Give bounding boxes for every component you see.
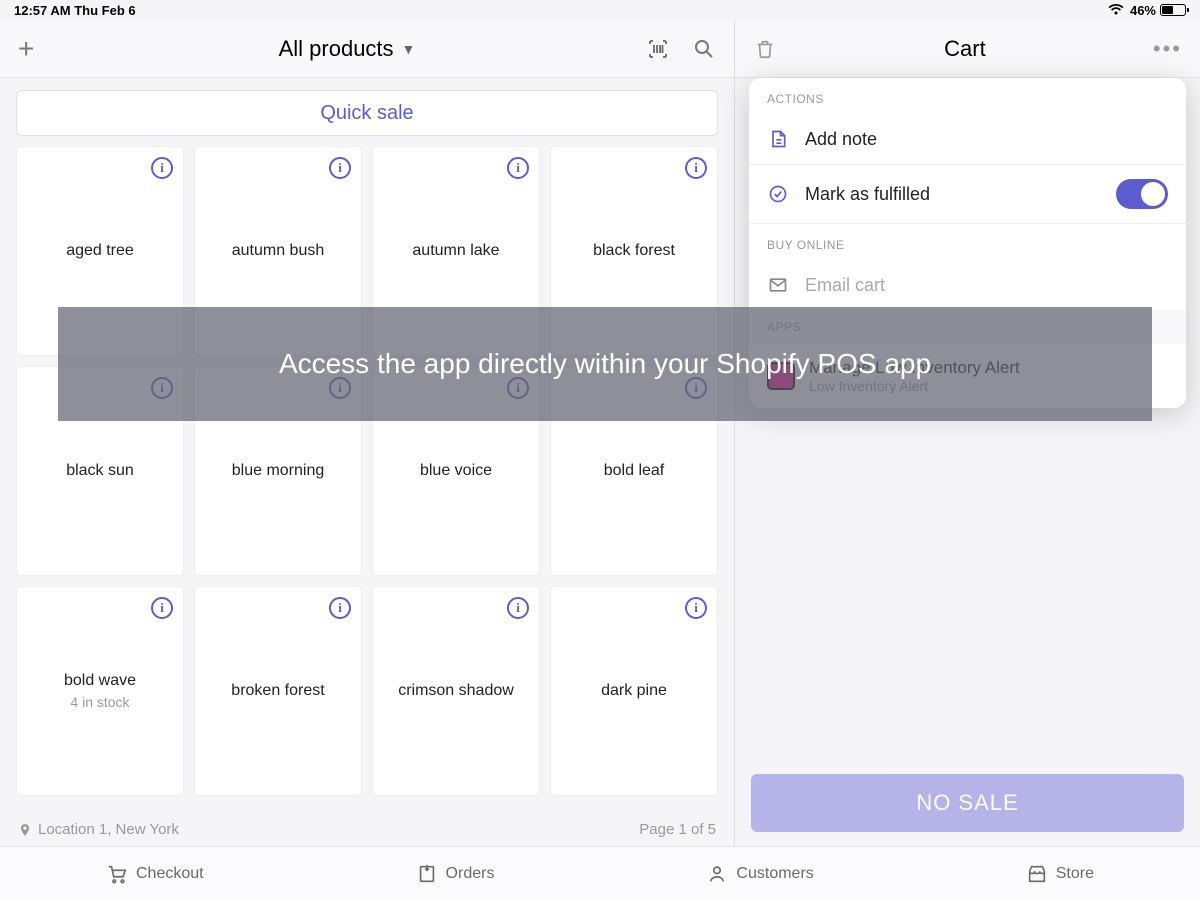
- nav-store-label: Store: [1056, 865, 1094, 883]
- category-title: All products: [279, 36, 394, 62]
- person-icon: [706, 863, 728, 885]
- promo-banner-text: Access the app directly within your Shop…: [279, 348, 931, 380]
- no-sale-label: NO SALE: [916, 790, 1018, 816]
- add-note-label: Add note: [805, 129, 877, 150]
- products-panel: + All products ▼ Quick sale i aged tree i…: [0, 20, 735, 846]
- nav-orders-label: Orders: [446, 865, 495, 883]
- product-stock: 4 in stock: [70, 694, 129, 710]
- info-icon[interactable]: i: [507, 157, 529, 179]
- nav-store[interactable]: Store: [1026, 863, 1094, 885]
- product-tile[interactable]: i crimson shadow: [372, 586, 540, 796]
- add-note-item[interactable]: Add note: [749, 114, 1186, 164]
- info-icon[interactable]: i: [685, 157, 707, 179]
- product-tile[interactable]: i dark pine: [550, 586, 718, 796]
- wifi-icon: [1108, 4, 1124, 16]
- location-text: Location 1, New York: [38, 821, 179, 838]
- barcode-icon[interactable]: [646, 37, 670, 61]
- search-icon[interactable]: [692, 37, 716, 61]
- product-name: black forest: [593, 242, 675, 260]
- chevron-down-icon: ▼: [402, 41, 416, 57]
- product-name: dark pine: [601, 682, 667, 700]
- note-icon: [767, 128, 789, 150]
- product-name: crimson shadow: [398, 682, 514, 700]
- product-tile[interactable]: i broken forest: [194, 586, 362, 796]
- email-cart-item[interactable]: Email cart: [749, 260, 1186, 310]
- bottom-nav: Checkout Orders Customers Store: [0, 846, 1200, 900]
- cart-title: Cart: [944, 36, 986, 62]
- product-name: blue voice: [420, 462, 492, 480]
- battery-percent: 46%: [1130, 3, 1156, 18]
- product-name: broken forest: [231, 682, 324, 700]
- cart-top-bar: Cart •••: [735, 20, 1200, 78]
- trash-icon[interactable]: [753, 37, 777, 61]
- product-name: autumn bush: [232, 242, 325, 260]
- nav-orders[interactable]: Orders: [416, 863, 495, 885]
- products-footer: Location 1, New York Page 1 of 5: [0, 813, 734, 846]
- nav-checkout-label: Checkout: [136, 865, 204, 883]
- nav-customers-label: Customers: [736, 865, 813, 883]
- nav-checkout[interactable]: Checkout: [106, 863, 204, 885]
- page-info: Page 1 of 5: [639, 821, 716, 838]
- status-right: 46%: [1108, 3, 1186, 18]
- quick-sale-button[interactable]: Quick sale: [16, 90, 718, 136]
- cart-panel: Cart ••• ACTIONS Add note Mark as fulfil…: [735, 20, 1200, 846]
- info-icon[interactable]: i: [329, 157, 351, 179]
- product-name: blue morning: [232, 462, 325, 480]
- location-label[interactable]: Location 1, New York: [18, 821, 179, 838]
- mail-icon: [767, 274, 789, 296]
- category-selector[interactable]: All products ▼: [48, 36, 646, 62]
- product-name: bold wave: [64, 672, 136, 690]
- email-cart-label: Email cart: [805, 275, 885, 296]
- store-icon: [1026, 863, 1048, 885]
- dropdown-actions-label: ACTIONS: [749, 78, 1186, 114]
- info-icon[interactable]: i: [685, 597, 707, 619]
- check-circle-icon: [767, 183, 789, 205]
- info-icon[interactable]: i: [507, 597, 529, 619]
- mark-fulfilled-label: Mark as fulfilled: [805, 184, 930, 205]
- fulfilled-toggle[interactable]: [1116, 179, 1168, 209]
- mark-fulfilled-item[interactable]: Mark as fulfilled: [749, 164, 1186, 223]
- nav-customers[interactable]: Customers: [706, 863, 813, 885]
- more-icon[interactable]: •••: [1153, 36, 1182, 62]
- info-icon[interactable]: i: [329, 597, 351, 619]
- battery-indicator: 46%: [1130, 3, 1186, 18]
- status-time-date: 12:57 AM Thu Feb 6: [14, 3, 136, 18]
- orders-icon: [416, 863, 438, 885]
- promo-banner: Access the app directly within your Shop…: [58, 307, 1152, 421]
- dropdown-buyonline-label: BUY ONLINE: [749, 224, 1186, 260]
- status-bar: 12:57 AM Thu Feb 6 46%: [0, 0, 1200, 20]
- battery-icon: [1160, 4, 1186, 16]
- product-name: autumn lake: [412, 242, 499, 260]
- quick-sale-label: Quick sale: [320, 102, 413, 125]
- product-name: aged tree: [66, 242, 134, 260]
- products-grid: i aged tree i autumn bush i autumn lake i bl…: [0, 146, 734, 813]
- info-icon[interactable]: i: [151, 597, 173, 619]
- no-sale-button[interactable]: NO SALE: [751, 774, 1184, 832]
- add-button[interactable]: +: [18, 33, 48, 65]
- product-tile[interactable]: i bold wave 4 in stock: [16, 586, 184, 796]
- products-top-bar: + All products ▼: [0, 20, 734, 78]
- product-name: black sun: [66, 462, 134, 480]
- info-icon[interactable]: i: [151, 157, 173, 179]
- product-name: bold leaf: [604, 462, 665, 480]
- cart-icon: [106, 863, 128, 885]
